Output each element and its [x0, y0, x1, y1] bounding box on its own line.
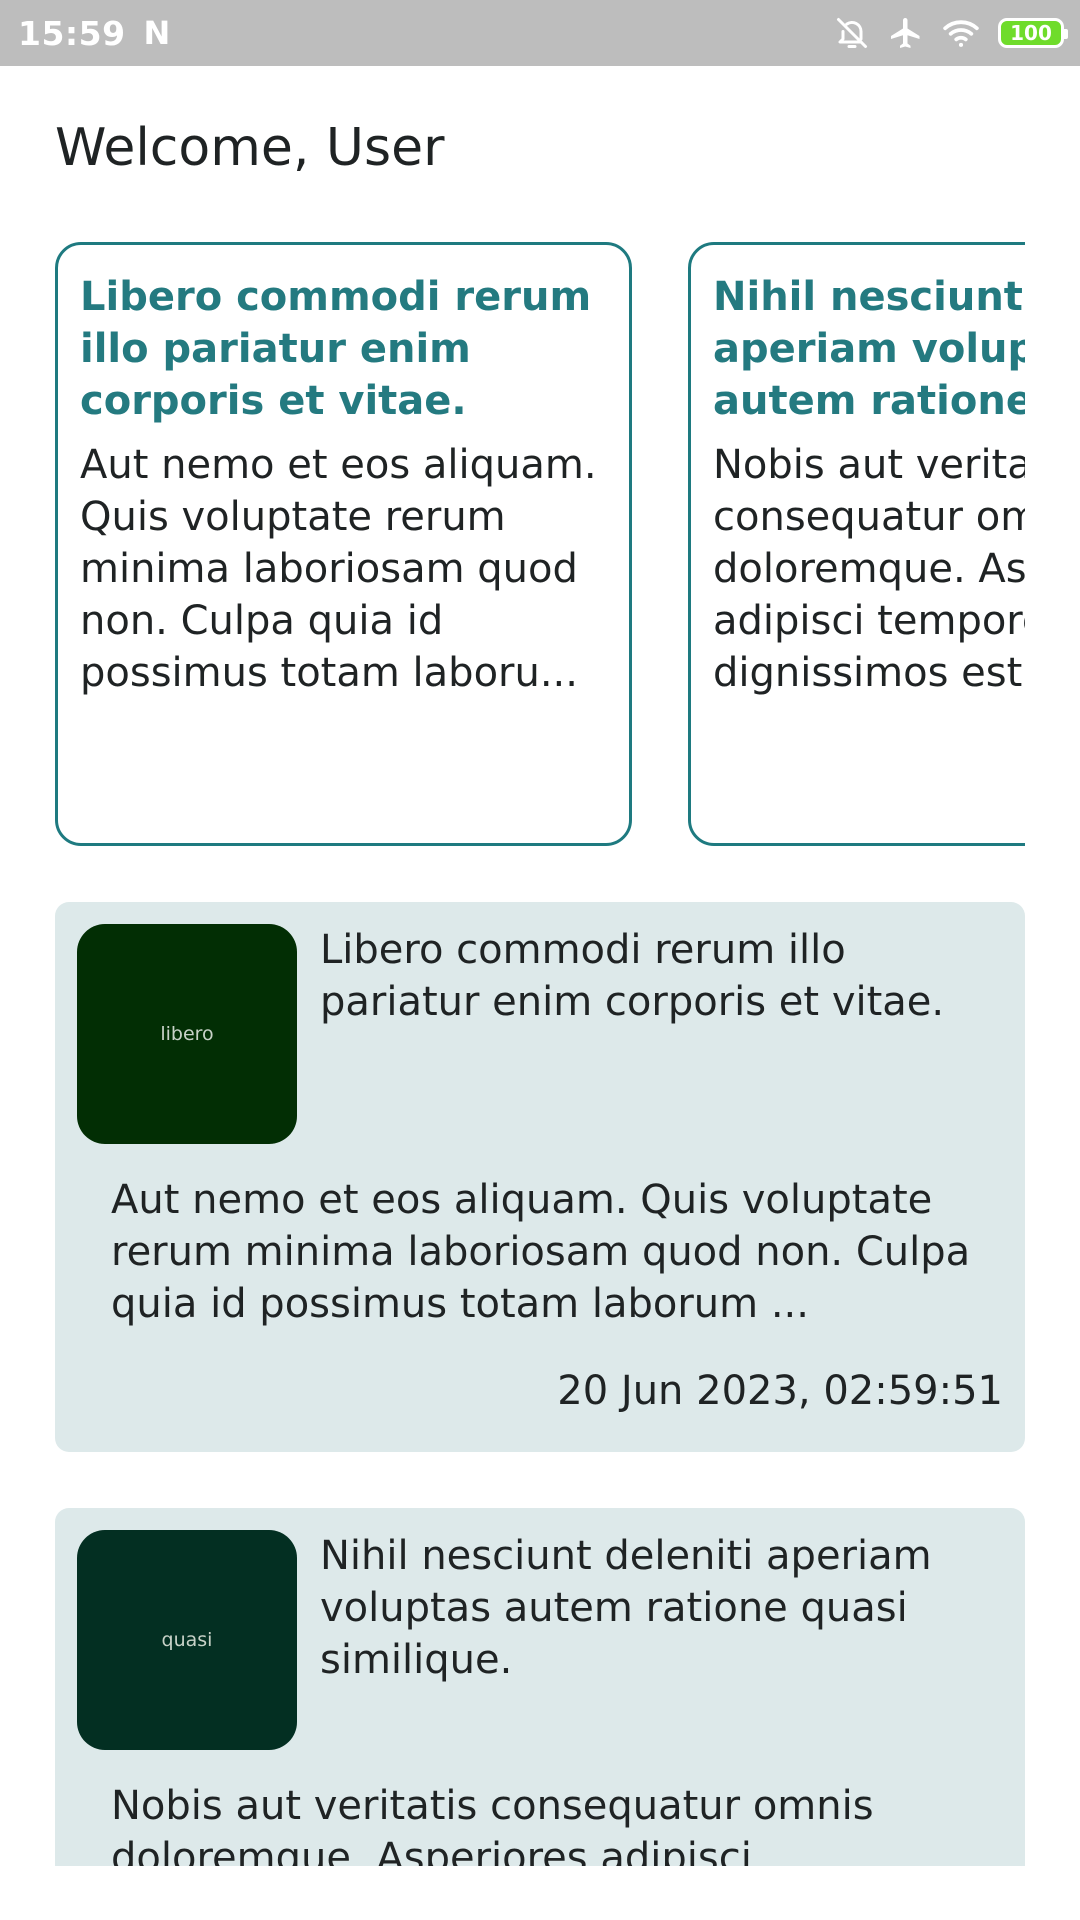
list-item-title: Nihil nesciunt deleniti aperiam voluptas… — [320, 1533, 932, 1683]
featured-card-title: Libero commodi rerum illo pariatur enim … — [80, 274, 592, 424]
wifi-icon — [942, 16, 980, 50]
thumbnail: libero — [77, 924, 297, 1144]
battery-icon: 100 — [998, 18, 1068, 48]
battery-level: 100 — [1010, 21, 1052, 45]
featured-card[interactable]: Libero commodi rerum illo pariatur enim … — [55, 242, 632, 846]
main-content: Welcome, User Libero commodi rerum illo … — [0, 66, 1080, 1866]
page-title: Welcome, User — [55, 118, 445, 178]
bell-off-icon — [834, 15, 870, 51]
status-left: 15:59 N — [18, 14, 170, 53]
list-item[interactable]: libero Libero commodi rerum illo pariatu… — [55, 902, 1025, 1452]
status-bar: 15:59 N 100 — [0, 0, 1080, 66]
thumbnail-label: quasi — [161, 1629, 213, 1651]
airplane-icon — [888, 15, 924, 51]
featured-card-body: Nobis aut veritatis consequatur omnis do… — [713, 442, 1025, 696]
featured-carousel[interactable]: Libero commodi rerum illo pariatur enim … — [55, 242, 1025, 852]
featured-card-title: Nihil nesciunt deleniti aperiam voluptas… — [713, 274, 1025, 424]
thumbnail-label: libero — [160, 1023, 214, 1045]
list-item-title: Libero commodi rerum illo pariatur enim … — [320, 927, 945, 1025]
list-item-body: Aut nemo et eos aliquam. Quis voluptate … — [111, 1177, 971, 1327]
notification-n-icon: N — [143, 14, 171, 52]
thumbnail: quasi — [77, 1530, 297, 1750]
status-right: 100 — [834, 15, 1068, 51]
status-time: 15:59 — [18, 13, 126, 53]
featured-card-body: Aut nemo et eos aliquam. Quis voluptate … — [80, 442, 597, 696]
featured-card[interactable]: Nihil nesciunt deleniti aperiam voluptas… — [688, 242, 1025, 846]
list-item-date: 20 Jun 2023, 02:59:51 — [557, 1368, 1003, 1414]
list-item-body: Nobis aut veritatis consequatur omnis do… — [111, 1783, 874, 1866]
list-item[interactable]: quasi Nihil nesciunt deleniti aperiam vo… — [55, 1508, 1025, 1866]
carousel-track: Libero commodi rerum illo pariatur enim … — [55, 242, 1025, 846]
